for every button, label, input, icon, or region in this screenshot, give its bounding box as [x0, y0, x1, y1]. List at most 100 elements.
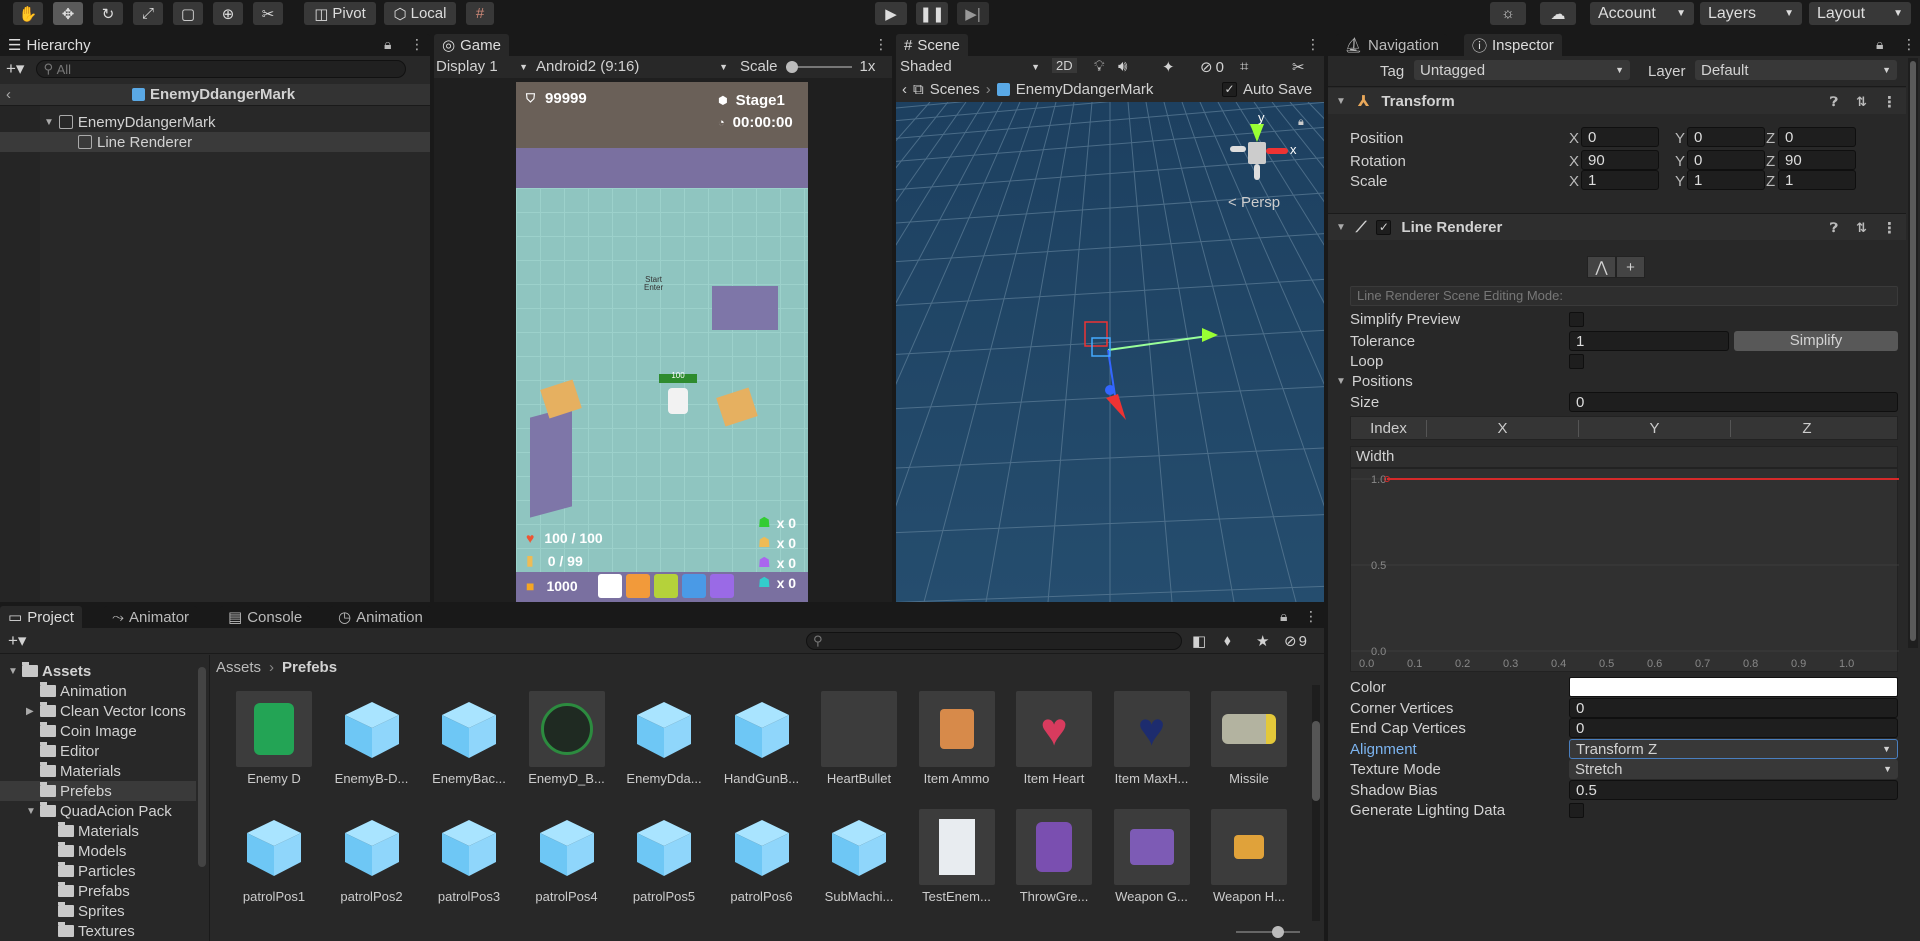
kebab-menu-icon[interactable]: ⋮	[1304, 608, 1318, 625]
fold-closed-icon[interactable]: ▶	[26, 706, 36, 717]
asset-scrollbar[interactable]	[1312, 685, 1320, 921]
gizmo-x-arrow[interactable]	[1202, 328, 1218, 342]
tab-project[interactable]: ▭ Project	[0, 606, 82, 628]
scene-viewport[interactable]: y x 🔒︎ < Persp	[896, 102, 1324, 602]
lighting-icon[interactable]: 💡︎	[1094, 58, 1105, 75]
tab-animation[interactable]: ◷ Animation	[330, 606, 431, 628]
folder-item[interactable]: Materials	[0, 761, 196, 781]
positions-foldout[interactable]: ▼ Positions	[1336, 373, 1413, 390]
folder-item[interactable]: Editor	[0, 741, 196, 761]
shadow-bias-field[interactable]: 0.5	[1569, 780, 1898, 800]
breadcrumb-prefebs[interactable]: Prefebs	[282, 659, 337, 676]
presets-icon[interactable]: ⇅	[1856, 220, 1867, 236]
audio-icon[interactable]: 🔊︎	[1118, 58, 1127, 75]
transform-tool-button[interactable]: ⊕	[213, 2, 243, 25]
folder-item[interactable]: Particles	[0, 861, 196, 881]
tab-inspector[interactable]: ⓘ Inspector	[1464, 34, 1562, 56]
folder-item[interactable]: Prefabs	[0, 881, 196, 901]
asset-item[interactable]: HeartBullet	[819, 691, 899, 786]
transform-scale-x-field[interactable]: 1	[1581, 170, 1659, 190]
texture-mode-dropdown[interactable]: Stretch ▼	[1569, 759, 1898, 779]
hidden-objects-toggle[interactable]: ⊘ 0	[1200, 58, 1224, 77]
hierarchy-item[interactable]: ▼ EnemyDdangerMark	[0, 112, 430, 132]
transform-header[interactable]: ▼ ⅄ Transform ❓︎ ⇅ ⋮	[1328, 88, 1906, 114]
transform-rotation-z-field[interactable]: 90	[1778, 150, 1856, 170]
pause-button[interactable]: ❚❚	[916, 2, 948, 25]
effects-icon[interactable]: ✦	[1162, 58, 1175, 76]
axis-x-label[interactable]: X	[1569, 173, 1579, 190]
gizmo-z-arrow[interactable]	[1106, 394, 1126, 420]
hierarchy-item-selected[interactable]: Line Renderer	[0, 132, 430, 152]
2d-toggle[interactable]: 2D	[1052, 58, 1077, 73]
axis-y-label[interactable]: Y	[1675, 153, 1685, 170]
weapon-slot-icon[interactable]	[654, 574, 678, 598]
folder-item[interactable]: Models	[0, 841, 196, 861]
width-curve-editor[interactable]: 1.0 0.5 0.0 0.0 0.1 0.2 0.3 0.4 0.5 0.6 0.7 0.8 0.9 1…	[1350, 468, 1899, 672]
scrollbar-thumb[interactable]	[1910, 61, 1916, 641]
gizmo-handle[interactable]	[1105, 385, 1115, 395]
transform-position-x-field[interactable]: 0	[1581, 127, 1659, 147]
weapon-slot-icon[interactable]	[682, 574, 706, 598]
simplify-button[interactable]: Simplify	[1734, 331, 1898, 351]
shading-dropdown[interactable]: Shaded ▼	[900, 58, 1040, 75]
transform-rotation-y-field[interactable]: 0	[1687, 150, 1765, 170]
layout-dropdown[interactable]: Layout ▼	[1809, 2, 1911, 25]
rotate-tool-button[interactable]: ↻	[93, 2, 123, 25]
loop-checkbox[interactable]	[1569, 354, 1584, 369]
local-toggle[interactable]: ⬡ Local	[384, 2, 456, 25]
asset-item[interactable]: HandGunB...	[722, 691, 802, 786]
add-points-button[interactable]: +	[1616, 256, 1645, 278]
kebab-menu-icon[interactable]: ⋮	[410, 36, 424, 53]
asset-item[interactable]: EnemyB-D...	[332, 691, 412, 786]
enabled-checkbox[interactable]: ✓	[1376, 219, 1392, 235]
gizmos-icon[interactable]: ⌗	[1240, 58, 1248, 75]
axis-y-label[interactable]: Y	[1675, 130, 1685, 147]
asset-item[interactable]: TestEnem...	[917, 809, 997, 904]
help-icon[interactable]: ❓︎	[1830, 220, 1838, 236]
asset-item[interactable]: EnemyBac...	[429, 691, 509, 786]
weapon-slot-icon[interactable]	[598, 574, 622, 598]
persp-label[interactable]: < Persp	[1228, 194, 1280, 211]
pivot-toggle[interactable]: ◫ Pivot	[304, 2, 376, 25]
custom-tool-button[interactable]: ✂	[253, 2, 283, 25]
end-cap-vertices-field[interactable]: 0	[1569, 718, 1898, 738]
slider-thumb[interactable]	[1272, 926, 1284, 938]
asset-item[interactable]: patrolPos4	[527, 809, 607, 904]
asset-item[interactable]: SubMachi...	[819, 809, 899, 904]
help-icon[interactable]: ❓︎	[1830, 94, 1838, 110]
folder-item[interactable]: Sprites	[0, 901, 196, 921]
services-button[interactable]: ☼	[1490, 2, 1526, 25]
kebab-menu-icon[interactable]: ⋮	[1902, 36, 1916, 53]
layers-dropdown[interactable]: Layers ▼	[1700, 2, 1802, 25]
line-renderer-header[interactable]: ▼ ⟋ ✓ Line Renderer ❓︎ ⇅ ⋮	[1328, 214, 1906, 240]
gizmo-cube[interactable]	[1248, 142, 1266, 164]
scale-tool-button[interactable]: ⤢	[133, 2, 163, 25]
corner-vertices-field[interactable]: 0	[1569, 698, 1898, 718]
axis-x-label[interactable]: X	[1569, 130, 1579, 147]
asset-item[interactable]: patrolPos6	[722, 809, 802, 904]
tree-scrollbar[interactable]	[198, 667, 206, 867]
tab-hierarchy[interactable]: ☰ Hierarchy	[0, 34, 430, 56]
asset-item[interactable]: EnemyD_B...	[527, 691, 607, 786]
grid-snap-button[interactable]: #	[466, 2, 494, 25]
folder-item[interactable]: Coin Image	[0, 721, 196, 741]
scene-tools-icon[interactable]: ✂	[1292, 58, 1305, 76]
transform-position-z-field[interactable]: 0	[1778, 127, 1856, 147]
gizmo-neg-x[interactable]	[1230, 146, 1246, 152]
breadcrumb-assets[interactable]: Assets	[216, 659, 261, 676]
breadcrumb-scenes[interactable]: Scenes	[930, 81, 980, 98]
axis-z-label[interactable]: Z	[1766, 153, 1775, 170]
axis-x-label[interactable]: X	[1569, 153, 1579, 170]
gizmo-neg-y[interactable]	[1254, 164, 1260, 180]
folder-item[interactable]: ▼ Assets	[0, 661, 196, 681]
create-dropdown-button[interactable]: +▾	[8, 631, 26, 651]
asset-item[interactable]: Weapon H...	[1209, 809, 1289, 904]
inspector-scrollbar[interactable]	[1908, 58, 1918, 648]
transform-scale-z-field[interactable]: 1	[1778, 170, 1856, 190]
folder-item[interactable]: Prefebs	[0, 781, 196, 801]
size-field[interactable]: 0	[1569, 392, 1898, 412]
asset-item[interactable]: patrolPos3	[429, 809, 509, 904]
scrollbar-thumb[interactable]	[1312, 721, 1320, 801]
gizmo-y-cone[interactable]	[1250, 124, 1264, 142]
move-tool-button[interactable]: ✥	[53, 2, 83, 25]
